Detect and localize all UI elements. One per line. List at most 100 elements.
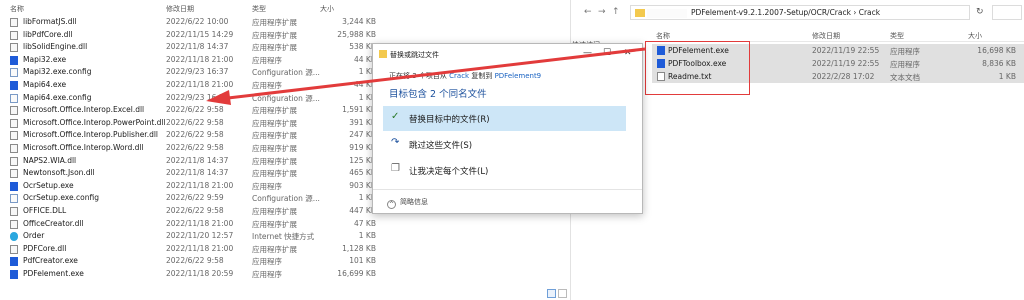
right-column-headers: 名称 修改日期 类型 大小 — [652, 28, 1024, 42]
forward-arrow-icon[interactable]: → — [598, 7, 606, 17]
refresh-icon[interactable]: ↻ — [976, 7, 984, 17]
file-date: 2022/6/22 9:58 — [166, 117, 224, 127]
close-button[interactable]: ✕ — [624, 48, 632, 58]
file-row[interactable]: OcrSetup.exe 2022/11/18 21:00 应用程序 903 KB — [0, 180, 380, 193]
dll-file-icon — [10, 156, 18, 166]
file-size: 919 KB — [349, 143, 376, 152]
chevron-up-icon: ^ — [387, 200, 396, 209]
up-arrow-icon[interactable]: ↑ — [612, 7, 620, 17]
header-size[interactable]: 大小 — [320, 4, 334, 14]
file-type: 应用程序扩展 — [252, 144, 297, 153]
file-type: 应用程序扩展 — [252, 18, 297, 27]
file-row[interactable]: Mapi64.exe.config 2022/9/23 16:37 Configur… — [0, 92, 380, 105]
file-date: 2022/11/8 14:37 — [166, 168, 229, 178]
file-row[interactable]: Order 2022/11/20 12:57 Internet 快捷方式 1 KB — [0, 230, 380, 243]
file-date: 2022/11/8 14:37 — [166, 42, 229, 52]
replace-files-option[interactable]: ✓ 替换目标中的文件(R) — [383, 106, 626, 131]
dll-file-icon — [10, 219, 18, 229]
folder-icon — [635, 9, 645, 17]
file-name: PdfCreator.exe — [23, 256, 78, 266]
file-size: 1 KB — [998, 72, 1016, 81]
file-row[interactable]: OFFICE.DLL 2022/6/22 9:58 应用程序扩展 447 KB — [0, 205, 380, 218]
file-size: 16,698 KB — [977, 46, 1016, 55]
dll-file-icon — [10, 131, 18, 141]
header-type[interactable]: 类型 — [890, 31, 904, 41]
file-date: 2022/11/8 14:37 — [166, 155, 229, 165]
file-type: 应用程序 — [252, 257, 282, 267]
file-type: 应用程序 — [890, 47, 920, 56]
file-size: 447 KB — [349, 206, 376, 215]
file-row[interactable]: PDFCore.dll 2022/11/18 21:00 应用程序扩展 1,128 K… — [0, 243, 380, 256]
highlight-box — [645, 41, 750, 95]
cfg-file-icon — [10, 93, 18, 103]
search-input[interactable] — [992, 5, 1022, 20]
file-type: 应用程序扩展 — [252, 207, 297, 216]
file-row[interactable]: Microsoft.Office.Interop.PowerPoint.dll 2… — [0, 117, 380, 130]
copy-prefix: 正在将 3 个项目从 — [389, 72, 450, 80]
copy-status-text: 正在将 3 个项目从 Crack 复制到 PDFelement9 — [389, 71, 541, 81]
file-name: OFFICE.DLL — [23, 206, 67, 215]
decide-each-file-option[interactable]: ❐ 让我决定每个文件(L) — [383, 158, 626, 183]
header-name[interactable]: 名称 — [656, 31, 670, 41]
file-date: 2022/9/23 16:37 — [166, 92, 229, 102]
file-row[interactable]: libSolidEngine.dll 2022/11/8 14:37 应用程序扩展 5… — [0, 41, 380, 54]
header-name[interactable]: 名称 — [10, 4, 24, 14]
tiles-view-icon[interactable] — [558, 289, 567, 298]
file-date: 2022/6/22 9:58 — [166, 105, 224, 115]
cfg-file-icon — [10, 68, 18, 78]
file-size: 44 KB — [354, 80, 376, 89]
file-name: Mapi32.exe.config — [23, 67, 92, 77]
file-row[interactable]: Microsoft.Office.Interop.Word.dll 2022/6/… — [0, 142, 380, 155]
file-type: 应用程序扩展 — [252, 30, 297, 40]
file-name: OcrSetup.exe — [23, 180, 74, 190]
skip-files-option[interactable]: ↷ 跳过这些文件(S) — [383, 132, 626, 157]
dialog-heading: 目标包含 2 个同名文件 — [389, 89, 487, 100]
file-size: 1,128 KB — [342, 243, 376, 253]
dialog-divider — [373, 189, 642, 190]
file-name: Microsoft.Office.Interop.PowerPoint.dll — [23, 117, 166, 127]
file-row[interactable]: PdfCreator.exe 2022/6/22 9:58 应用程序 101 KB — [0, 255, 380, 268]
minimize-button[interactable]: — — [583, 48, 592, 58]
file-name: Microsoft.Office.Interop.Publisher.dll — [23, 130, 159, 140]
details-view-icon[interactable] — [547, 289, 556, 298]
file-row[interactable]: Mapi32.exe.config 2022/9/23 16:37 Configur… — [0, 66, 380, 79]
address-bar[interactable]: PDFelement-v9.2.1.2007-Setup/OCR/Crack ›… — [630, 5, 970, 20]
maximize-button[interactable]: ☐ — [603, 48, 611, 58]
file-size: 47 KB — [354, 218, 376, 228]
dll-file-icon — [10, 106, 18, 116]
file-date: 2022/6/22 10:00 — [166, 17, 229, 26]
file-size: 101 KB — [349, 256, 376, 266]
file-date: 2022/11/20 12:57 — [166, 231, 234, 241]
file-row[interactable]: Mapi32.exe 2022/11/18 21:00 应用程序 44 KB — [0, 54, 380, 67]
file-type: 应用程序扩展 — [252, 43, 297, 53]
file-row[interactable]: OfficeCreator.dll 2022/11/18 21:00 应用程序扩展 4… — [0, 218, 380, 231]
file-size: 247 KB — [349, 130, 376, 140]
file-size: 538 KB — [349, 42, 376, 52]
fewer-details-toggle[interactable]: ^ 简略信息 — [387, 197, 428, 209]
header-date[interactable]: 修改日期 — [812, 31, 840, 41]
dll-file-icon — [10, 244, 18, 254]
file-date: 2022/11/18 21:00 — [166, 243, 234, 253]
file-size: 903 KB — [349, 180, 376, 190]
file-row[interactable]: libPdfCore.dll 2022/11/15 14:29 应用程序扩展 25,9… — [0, 29, 380, 42]
file-row[interactable]: Microsoft.Office.Interop.Excel.dll 2022/6… — [0, 104, 380, 117]
file-row[interactable]: Microsoft.Office.Interop.Publisher.dll 20… — [0, 129, 380, 142]
file-row[interactable]: libFormatJS.dll 2022/6/22 10:00 应用程序扩展 3,24… — [0, 16, 380, 29]
exe-file-icon — [10, 181, 18, 191]
file-date: 2022/11/19 22:55 — [812, 59, 880, 68]
file-row[interactable]: OcrSetup.exe.config 2022/6/22 9:59 Configu… — [0, 192, 380, 205]
file-size: 16,699 KB — [337, 269, 376, 278]
header-type[interactable]: 类型 — [252, 4, 266, 14]
source-folder-link[interactable]: Crack — [449, 72, 469, 80]
header-date[interactable]: 修改日期 — [166, 4, 194, 14]
file-row[interactable]: Newtonsoft.Json.dll 2022/11/8 14:37 应用程序扩展… — [0, 167, 380, 180]
file-row[interactable]: PDFelement.exe 2022/11/18 20:59 应用程序 16,699… — [0, 268, 380, 281]
file-row[interactable]: Mapi64.exe 2022/11/18 21:00 应用程序 44 KB — [0, 79, 380, 92]
destination-folder-link[interactable]: PDFelement9 — [495, 72, 542, 80]
header-size[interactable]: 大小 — [968, 31, 982, 41]
lnk-file-icon — [10, 232, 18, 242]
file-row[interactable]: NAPS2.WIA.dll 2022/11/8 14:37 应用程序扩展 125 KB — [0, 155, 380, 168]
dll-file-icon — [10, 118, 18, 128]
back-arrow-icon[interactable]: ← — [584, 7, 592, 17]
file-name: NAPS2.WIA.dll — [23, 155, 77, 165]
